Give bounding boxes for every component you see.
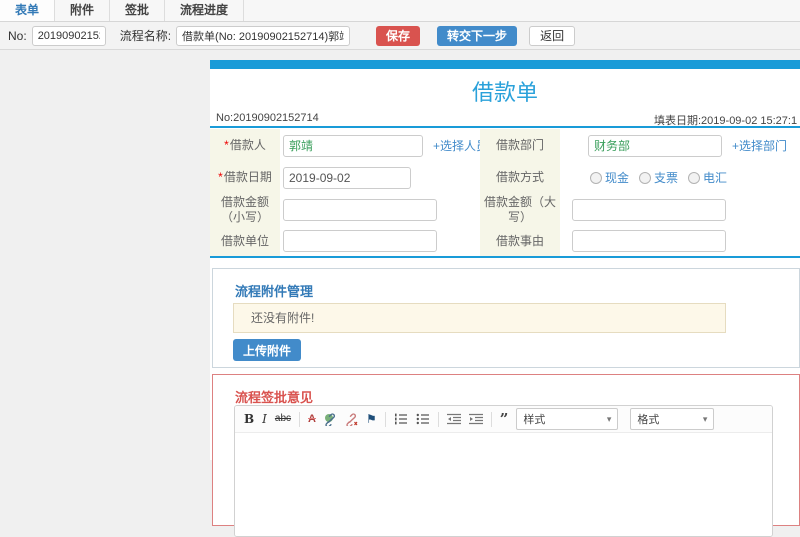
borrower-input[interactable] [283,134,423,157]
italic-icon[interactable]: I [262,413,267,425]
page: { "tabs": [ {"label": "表单", "active": tr… [0,0,800,537]
editor-content-area[interactable] [235,433,772,536]
styles-dropdown-label: 样式 [523,414,546,426]
department-label-cell: 借款部门 [480,129,560,162]
remove-format-icon[interactable]: A [308,413,316,425]
toolbar-separator [437,411,439,427]
method-label-cell: 借款方式 [480,162,560,193]
styles-dropdown[interactable]: 样式 ▾ [516,408,619,430]
amount-lower-label-cell: 借款金额（小写） [210,193,280,226]
amount-upper-input[interactable] [572,198,726,221]
amount-upper-field-cell [560,193,800,226]
borrow-date-label-cell: *借款日期 [210,162,280,193]
approval-comments-section: 流程签批意见 B I abc A ⚑ ” 样式 ▾ 格式 ▾ [212,374,800,537]
amount-lower-field-cell [280,193,480,226]
unit-input[interactable] [283,230,437,252]
form-number-text: No:20190902152714 [216,112,319,124]
toolbar-separator [299,411,301,427]
borrow-date-label: 借款日期 [223,170,272,184]
link-icon[interactable] [324,412,337,426]
department-label: 借款部门 [495,138,544,152]
tab-process-progress[interactable]: 流程进度 [165,0,245,21]
unit-label: 借款单位 [220,233,269,248]
loan-form-panel: 借款单 No:20190902152714 填表日期:2019-09-02 15… [210,60,800,537]
back-button[interactable]: 返回 [529,25,576,46]
divider-bottom [210,256,800,258]
upload-attachment-button[interactable]: 上传附件 [233,339,302,361]
numbered-list-icon[interactable] [394,413,408,425]
no-attachments-message: 还没有附件! [233,303,726,333]
process-name-label: 流程名称: [119,29,172,43]
chevron-down-icon: ▾ [702,413,708,424]
form-title: 借款单 [471,80,538,105]
required-mark: * [224,138,229,152]
bold-icon[interactable]: B [244,413,254,425]
borrow-date-input[interactable] [283,166,411,189]
indent-icon[interactable] [468,413,483,425]
reason-label: 借款事由 [495,233,544,248]
unit-field-cell [280,226,480,256]
action-toolbar: No: 流程名称: 保存 转交下一步 返回 [0,22,800,50]
radio-option-cash[interactable]: 现金 [590,169,629,186]
anchor-flag-icon[interactable]: ⚑ [366,413,377,425]
toolbar-separator [384,411,386,427]
radio-label-cash: 现金 [605,171,630,185]
borrower-field-cell: +选择人员 [280,129,488,162]
divider-top [210,126,800,128]
select-department-link[interactable]: +选择部门 [732,137,787,154]
panel-top-accent-bar [210,60,800,69]
department-input[interactable] [588,134,722,157]
bulleted-list-icon[interactable] [416,413,430,425]
required-mark: * [218,170,223,184]
amount-lower-input[interactable] [283,198,437,221]
format-dropdown-label: 格式 [637,414,660,426]
unit-label-cell: 借款单位 [210,226,280,256]
unlink-icon[interactable] [345,412,358,426]
toolbar-separator [490,411,492,427]
radio-icon[interactable] [590,171,602,184]
attachments-title: 流程附件管理 [235,284,314,299]
strikethrough-icon[interactable]: abc [275,414,291,424]
amount-upper-label-cell: 借款金额（大写） [480,193,560,226]
editor-toolbar: B I abc A ⚑ ” 样式 ▾ 格式 ▾ [235,406,772,433]
process-name-input[interactable] [176,25,351,46]
payment-method-radio-group: 现金 支票 电汇 [590,169,727,186]
borrower-label: 借款人 [229,138,266,152]
reason-label-cell: 借款事由 [480,226,560,256]
reason-field-cell [560,226,800,256]
tab-bar: 表单 附件 签批 流程进度 [0,0,800,22]
method-label: 借款方式 [495,170,544,184]
approval-comments-title: 流程签批意见 [235,390,314,405]
rich-text-editor: B I abc A ⚑ ” 样式 ▾ 格式 ▾ [234,405,773,537]
radio-icon[interactable] [639,171,652,184]
amount-lower-label: 借款金额（小写） [220,194,269,224]
chevron-down-icon: ▾ [606,413,612,424]
tab-signoff[interactable]: 签批 [110,0,166,21]
tab-form[interactable]: 表单 [0,0,56,21]
borrower-label-cell: *借款人 [210,129,280,162]
radio-label-cheque: 支票 [654,171,679,185]
forward-next-step-button[interactable]: 转交下一步 [437,25,518,46]
borrow-date-field-cell [280,162,480,193]
radio-label-wire: 电汇 [703,171,728,185]
format-dropdown[interactable]: 格式 ▾ [630,408,715,430]
attachments-section: 流程附件管理 还没有附件! 上传附件 [212,268,800,368]
department-field-cell: +选择部门 [560,129,800,162]
blockquote-icon[interactable]: ” [500,411,509,427]
radio-option-cheque[interactable]: 支票 [639,169,678,186]
tab-attachments[interactable]: 附件 [55,0,111,21]
outdent-icon[interactable] [446,413,461,425]
radio-option-wire[interactable]: 电汇 [688,169,727,186]
method-field-cell: 现金 支票 电汇 [560,162,800,193]
radio-icon[interactable] [688,171,701,184]
reason-input[interactable] [572,230,726,252]
loan-form-grid: *借款人 +选择人员 借款部门 +选择部门 *借款日期 借款方式 现金 [210,129,800,256]
no-input[interactable] [31,25,106,46]
no-label: No: [8,28,27,43]
amount-upper-label: 借款金额（大写） [484,194,557,224]
save-button[interactable]: 保存 [376,25,421,46]
